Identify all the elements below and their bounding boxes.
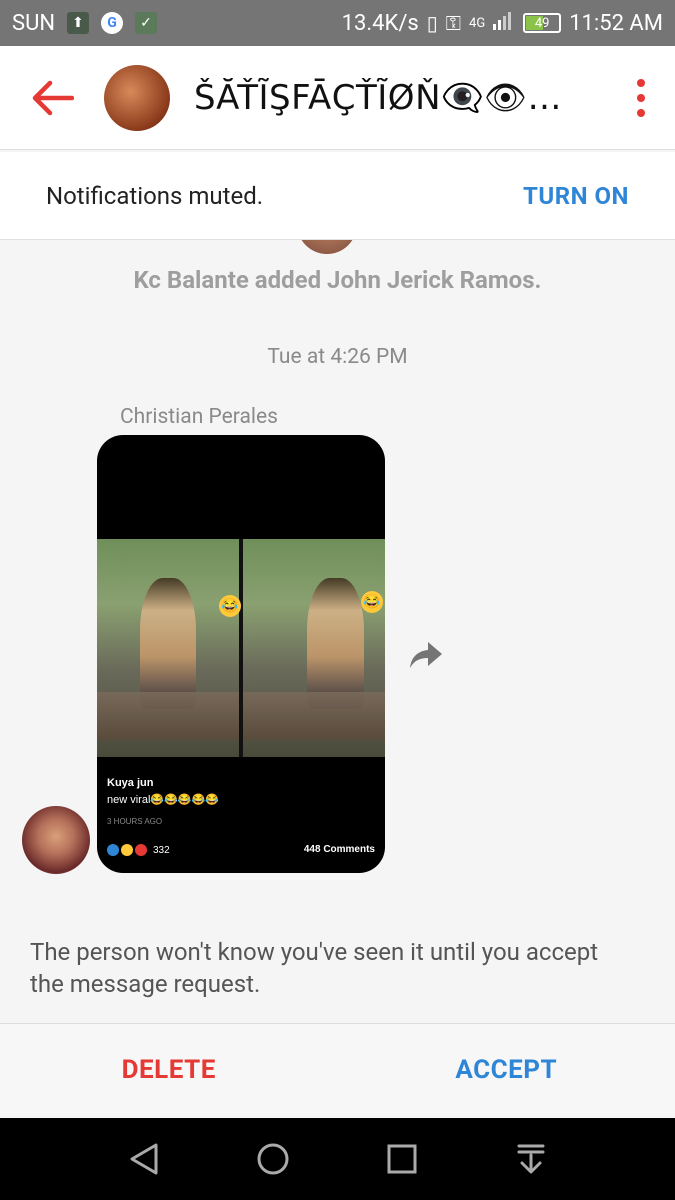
sender-name: Christian Perales (120, 405, 278, 429)
app-notification-icon: ⬆ (67, 12, 90, 34)
key-icon: ⚿ (445, 11, 462, 35)
square-recents-icon[interactable] (384, 1141, 420, 1177)
post-image: 😂 😂 (97, 539, 385, 757)
time: 11:52 AM (569, 10, 663, 36)
battery-icon: 49 (523, 13, 562, 33)
pull-down-icon[interactable] (513, 1141, 549, 1177)
laughing-emoji-icon: 😂 (361, 591, 383, 613)
status-bar: SUN ⬆ G ✓ 13.4K/s ▯ ⚿ 4G 49 11:52 AM (0, 0, 675, 46)
group-avatar[interactable] (104, 64, 170, 131)
comment-count: 448 Comments (303, 844, 375, 855)
post-time: 3 HOURS AGO (107, 817, 163, 826)
google-icon: G (101, 12, 124, 34)
post-reactions: 332 (107, 844, 170, 856)
more-vert-icon (637, 78, 645, 87)
accept-button[interactable]: ACCEPT (338, 1055, 675, 1085)
check-notification-icon: ✓ (135, 12, 158, 34)
share-icon (410, 642, 442, 668)
carrier-label: SUN (12, 10, 56, 36)
delete-button[interactable]: DELETE (0, 1055, 338, 1085)
love-reaction-icon (135, 844, 147, 856)
mute-banner: Notifications muted. TURN ON (0, 152, 675, 240)
post-photo-left: 😂 (97, 539, 241, 757)
mute-text: Notifications muted. (46, 181, 264, 210)
network-type: 4G (469, 15, 486, 31)
shared-post-card[interactable]: 😂 😂 Kuya jun new viral😂😂😂😂😂 3 HOURS AGO … (97, 435, 385, 873)
like-reaction-icon (107, 844, 119, 856)
share-button[interactable] (406, 638, 446, 672)
arrow-left-icon (32, 80, 74, 115)
system-navigation-bar (0, 1118, 675, 1200)
post-author: Kuya jun (107, 777, 154, 789)
vibrate-icon: ▯ (426, 11, 438, 35)
more-options-button[interactable] (637, 78, 645, 117)
signal-icon (493, 10, 515, 36)
haha-reaction-icon (121, 844, 133, 856)
laughing-emoji-icon: 😂 (219, 595, 241, 617)
conversation-header: ŠĂŤĨŞFĀÇŤĨØŇ👁‍🗨👁👅 ... (0, 46, 675, 150)
post-text: new viral😂😂😂😂😂 (107, 794, 219, 806)
post-photo-right: 😂 (243, 539, 385, 757)
back-button[interactable] (0, 80, 104, 116)
sender-avatar[interactable] (22, 806, 90, 874)
timestamp: Tue at 4:26 PM (267, 345, 408, 369)
circle-home-icon[interactable] (255, 1141, 291, 1177)
message-request-notice: The person won't know you've seen it unt… (30, 938, 599, 998)
conversation-title[interactable]: ŠĂŤĨŞFĀÇŤĨØŇ👁‍🗨👁👅 ... (194, 78, 584, 118)
system-message: Kc Balante added John Jerick Ramos. (133, 266, 542, 294)
triangle-back-icon[interactable] (126, 1141, 162, 1177)
battery-level: 49 (534, 15, 550, 31)
network-speed: 13.4K/s (341, 10, 419, 36)
request-actions: DELETE ACCEPT (0, 1023, 675, 1115)
reaction-count: 332 (153, 844, 170, 856)
turn-on-button[interactable]: TURN ON (523, 182, 629, 210)
